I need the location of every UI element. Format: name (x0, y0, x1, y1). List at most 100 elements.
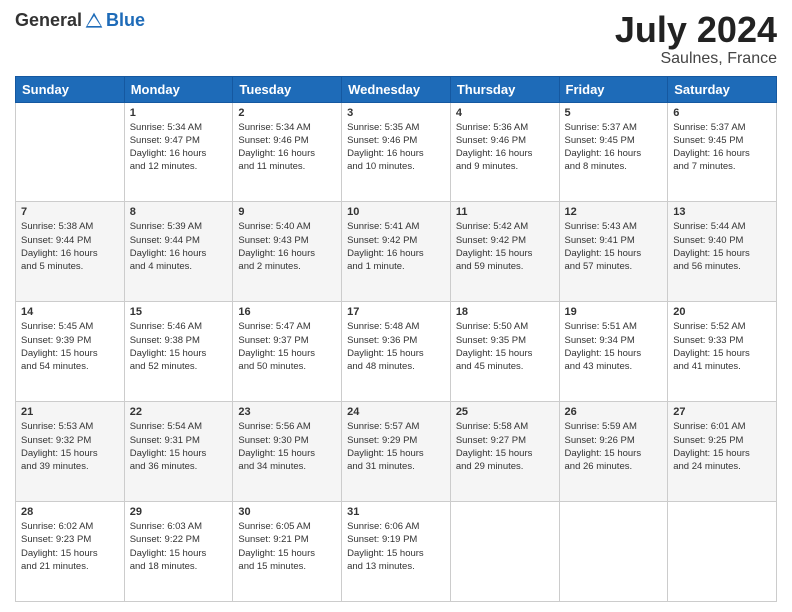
calendar-header-row: Sunday Monday Tuesday Wednesday Thursday… (16, 76, 777, 102)
day-number: 17 (347, 306, 445, 318)
table-row (450, 502, 559, 602)
day-number: 8 (130, 206, 228, 218)
day-number: 22 (130, 406, 228, 418)
col-friday: Friday (559, 76, 668, 102)
day-number: 29 (130, 506, 228, 518)
table-row: 14 Sunrise: 5:45 AM Sunset: 9:39 PM Dayli… (16, 302, 125, 402)
cell-content: Sunrise: 5:48 AM Sunset: 9:36 PM Dayligh… (347, 320, 445, 373)
cell-content: Sunrise: 5:57 AM Sunset: 9:29 PM Dayligh… (347, 420, 445, 473)
table-row: 4Sunrise: 5:36 AM Sunset: 9:46 PM Daylig… (450, 102, 559, 202)
table-row: 22 Sunrise: 5:54 AM Sunset: 9:31 PM Dayli… (124, 402, 233, 502)
day-number: 20 (673, 306, 771, 318)
logo-general-text: General (15, 10, 82, 31)
table-row: 27Sunrise: 6:01 AM Sunset: 9:25 PM Dayli… (668, 402, 777, 502)
page: General Blue July 2024 Saulnes, France S… (0, 0, 792, 612)
table-row: 26Sunrise: 5:59 AM Sunset: 9:26 PM Dayli… (559, 402, 668, 502)
table-row: 6Sunrise: 5:37 AM Sunset: 9:45 PM Daylig… (668, 102, 777, 202)
day-number: 11 (456, 206, 554, 218)
cell-content: Sunrise: 5:53 AM Sunset: 9:32 PM Dayligh… (21, 420, 119, 473)
day-number: 2 (238, 107, 336, 119)
cell-content: Sunrise: 5:38 AM Sunset: 9:44 PM Dayligh… (21, 220, 119, 273)
table-row: 18 Sunrise: 5:50 AM Sunset: 9:35 PM Dayli… (450, 302, 559, 402)
calendar-week-row: 28Sunrise: 6:02 AM Sunset: 9:23 PM Dayli… (16, 502, 777, 602)
cell-content: Sunrise: 5:44 AM Sunset: 9:40 PM Dayligh… (673, 220, 771, 273)
table-row: 7 Sunrise: 5:38 AM Sunset: 9:44 PM Daylig… (16, 202, 125, 302)
col-monday: Monday (124, 76, 233, 102)
table-row: 29 Sunrise: 6:03 AM Sunset: 9:22 PM Dayli… (124, 502, 233, 602)
day-number: 1 (130, 107, 228, 119)
col-tuesday: Tuesday (233, 76, 342, 102)
logo-icon (84, 11, 104, 31)
day-number: 4 (456, 107, 554, 119)
day-number: 19 (565, 306, 663, 318)
day-number: 31 (347, 506, 445, 518)
table-row (559, 502, 668, 602)
day-number: 25 (456, 406, 554, 418)
table-row: 1 Sunrise: 5:34 AM Sunset: 9:47 PM Daylig… (124, 102, 233, 202)
table-row: 23 Sunrise: 5:56 AM Sunset: 9:30 PM Dayli… (233, 402, 342, 502)
day-number: 26 (565, 406, 663, 418)
table-row (668, 502, 777, 602)
table-row: 16Sunrise: 5:47 AM Sunset: 9:37 PM Dayli… (233, 302, 342, 402)
cell-content: Sunrise: 5:51 AM Sunset: 9:34 PM Dayligh… (565, 320, 663, 373)
cell-content: Sunrise: 6:03 AM Sunset: 9:22 PM Dayligh… (130, 520, 228, 573)
month-year: July 2024 (615, 10, 777, 50)
cell-content: Sunrise: 5:56 AM Sunset: 9:30 PM Dayligh… (238, 420, 336, 473)
table-row: 12Sunrise: 5:43 AM Sunset: 9:41 PM Dayli… (559, 202, 668, 302)
cell-content: Sunrise: 5:45 AM Sunset: 9:39 PM Dayligh… (21, 320, 119, 373)
cell-content: Sunrise: 5:58 AM Sunset: 9:27 PM Dayligh… (456, 420, 554, 473)
calendar-table: Sunday Monday Tuesday Wednesday Thursday… (15, 76, 777, 602)
day-number: 24 (347, 406, 445, 418)
table-row: 11 Sunrise: 5:42 AM Sunset: 9:42 PM Dayli… (450, 202, 559, 302)
table-row: 21 Sunrise: 5:53 AM Sunset: 9:32 PM Dayli… (16, 402, 125, 502)
cell-content: Sunrise: 5:54 AM Sunset: 9:31 PM Dayligh… (130, 420, 228, 473)
cell-content: Sunrise: 5:46 AM Sunset: 9:38 PM Dayligh… (130, 320, 228, 373)
table-row: 28Sunrise: 6:02 AM Sunset: 9:23 PM Dayli… (16, 502, 125, 602)
day-number: 16 (238, 306, 336, 318)
day-number: 23 (238, 406, 336, 418)
calendar-week-row: 21 Sunrise: 5:53 AM Sunset: 9:32 PM Dayli… (16, 402, 777, 502)
day-number: 21 (21, 406, 119, 418)
calendar-week-row: 1 Sunrise: 5:34 AM Sunset: 9:47 PM Daylig… (16, 102, 777, 202)
cell-content: Sunrise: 5:50 AM Sunset: 9:35 PM Dayligh… (456, 320, 554, 373)
table-row: 5 Sunrise: 5:37 AM Sunset: 9:45 PM Daylig… (559, 102, 668, 202)
table-row: 15Sunrise: 5:46 AM Sunset: 9:38 PM Dayli… (124, 302, 233, 402)
cell-content: Sunrise: 5:34 AM Sunset: 9:47 PM Dayligh… (130, 121, 228, 174)
table-row: 24 Sunrise: 5:57 AM Sunset: 9:29 PM Dayli… (342, 402, 451, 502)
table-row: 30 Sunrise: 6:05 AM Sunset: 9:21 PM Dayli… (233, 502, 342, 602)
location: Saulnes, France (615, 50, 777, 68)
day-number: 10 (347, 206, 445, 218)
day-number: 12 (565, 206, 663, 218)
day-number: 5 (565, 107, 663, 119)
title-block: July 2024 Saulnes, France (615, 10, 777, 68)
day-number: 30 (238, 506, 336, 518)
logo: General Blue (15, 10, 145, 31)
cell-content: Sunrise: 6:06 AM Sunset: 9:19 PM Dayligh… (347, 520, 445, 573)
day-number: 13 (673, 206, 771, 218)
day-number: 18 (456, 306, 554, 318)
day-number: 9 (238, 206, 336, 218)
cell-content: Sunrise: 6:05 AM Sunset: 9:21 PM Dayligh… (238, 520, 336, 573)
calendar-week-row: 7 Sunrise: 5:38 AM Sunset: 9:44 PM Daylig… (16, 202, 777, 302)
table-row: 8 Sunrise: 5:39 AM Sunset: 9:44 PM Daylig… (124, 202, 233, 302)
table-row: 20Sunrise: 5:52 AM Sunset: 9:33 PM Dayli… (668, 302, 777, 402)
table-row: 13 Sunrise: 5:44 AM Sunset: 9:40 PM Dayli… (668, 202, 777, 302)
header: General Blue July 2024 Saulnes, France (15, 10, 777, 68)
cell-content: Sunrise: 5:42 AM Sunset: 9:42 PM Dayligh… (456, 220, 554, 273)
table-row: 31 Sunrise: 6:06 AM Sunset: 9:19 PM Dayli… (342, 502, 451, 602)
cell-content: Sunrise: 6:01 AM Sunset: 9:25 PM Dayligh… (673, 420, 771, 473)
day-number: 14 (21, 306, 119, 318)
cell-content: Sunrise: 5:39 AM Sunset: 9:44 PM Dayligh… (130, 220, 228, 273)
cell-content: Sunrise: 5:37 AM Sunset: 9:45 PM Dayligh… (673, 121, 771, 174)
calendar-week-row: 14 Sunrise: 5:45 AM Sunset: 9:39 PM Dayli… (16, 302, 777, 402)
col-wednesday: Wednesday (342, 76, 451, 102)
cell-content: Sunrise: 5:34 AM Sunset: 9:46 PM Dayligh… (238, 121, 336, 174)
col-sunday: Sunday (16, 76, 125, 102)
day-number: 3 (347, 107, 445, 119)
cell-content: Sunrise: 5:37 AM Sunset: 9:45 PM Dayligh… (565, 121, 663, 174)
col-saturday: Saturday (668, 76, 777, 102)
cell-content: Sunrise: 5:41 AM Sunset: 9:42 PM Dayligh… (347, 220, 445, 273)
table-row (16, 102, 125, 202)
table-row: 3Sunrise: 5:35 AM Sunset: 9:46 PM Daylig… (342, 102, 451, 202)
day-number: 7 (21, 206, 119, 218)
